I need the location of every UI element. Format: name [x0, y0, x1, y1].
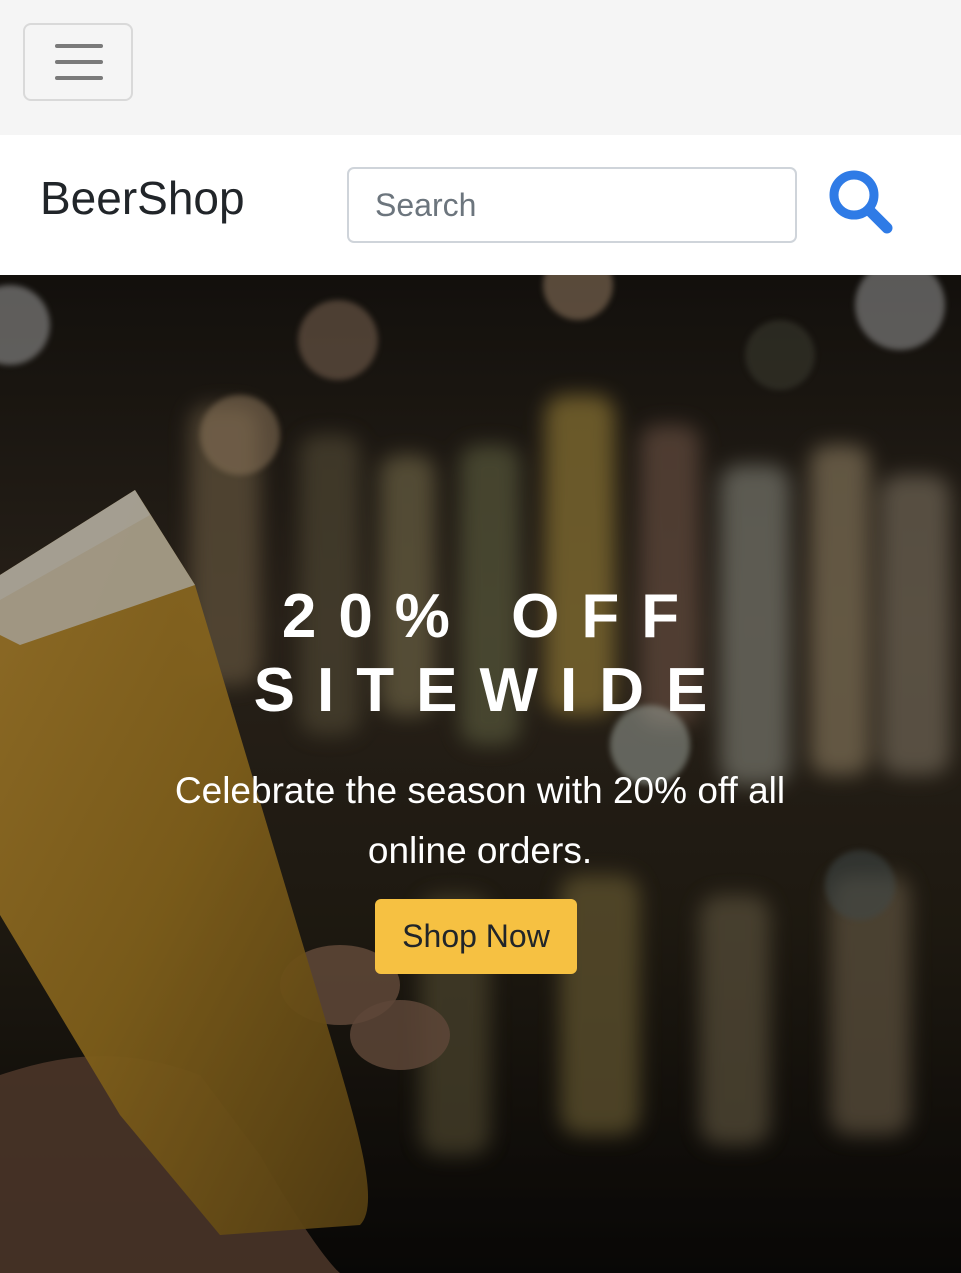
shop-now-button[interactable]: Shop Now: [375, 899, 577, 974]
brand-logo[interactable]: BeerShop: [40, 170, 245, 226]
search-icon: [829, 170, 893, 234]
hero-title-line-2: SITEWIDE: [253, 656, 730, 725]
hero-title-line-1: 20% OFF: [281, 582, 702, 651]
hero-subtitle: Celebrate the season with 20% off all on…: [174, 770, 786, 871]
top-navbar: [0, 0, 961, 135]
hero-title: 20% OFF SITEWIDE: [0, 580, 961, 728]
hero-banner: 20% OFF SITEWIDE Celebrate the season wi…: [0, 275, 961, 1273]
search-input[interactable]: [347, 167, 797, 243]
search-button[interactable]: [824, 165, 900, 241]
hamburger-menu-icon-bar: [55, 60, 103, 64]
site-header: BeerShop: [0, 135, 961, 275]
hamburger-menu-icon-bar: [55, 76, 103, 80]
menu-toggle-button[interactable]: [23, 23, 133, 101]
hamburger-menu-icon: [55, 44, 103, 48]
